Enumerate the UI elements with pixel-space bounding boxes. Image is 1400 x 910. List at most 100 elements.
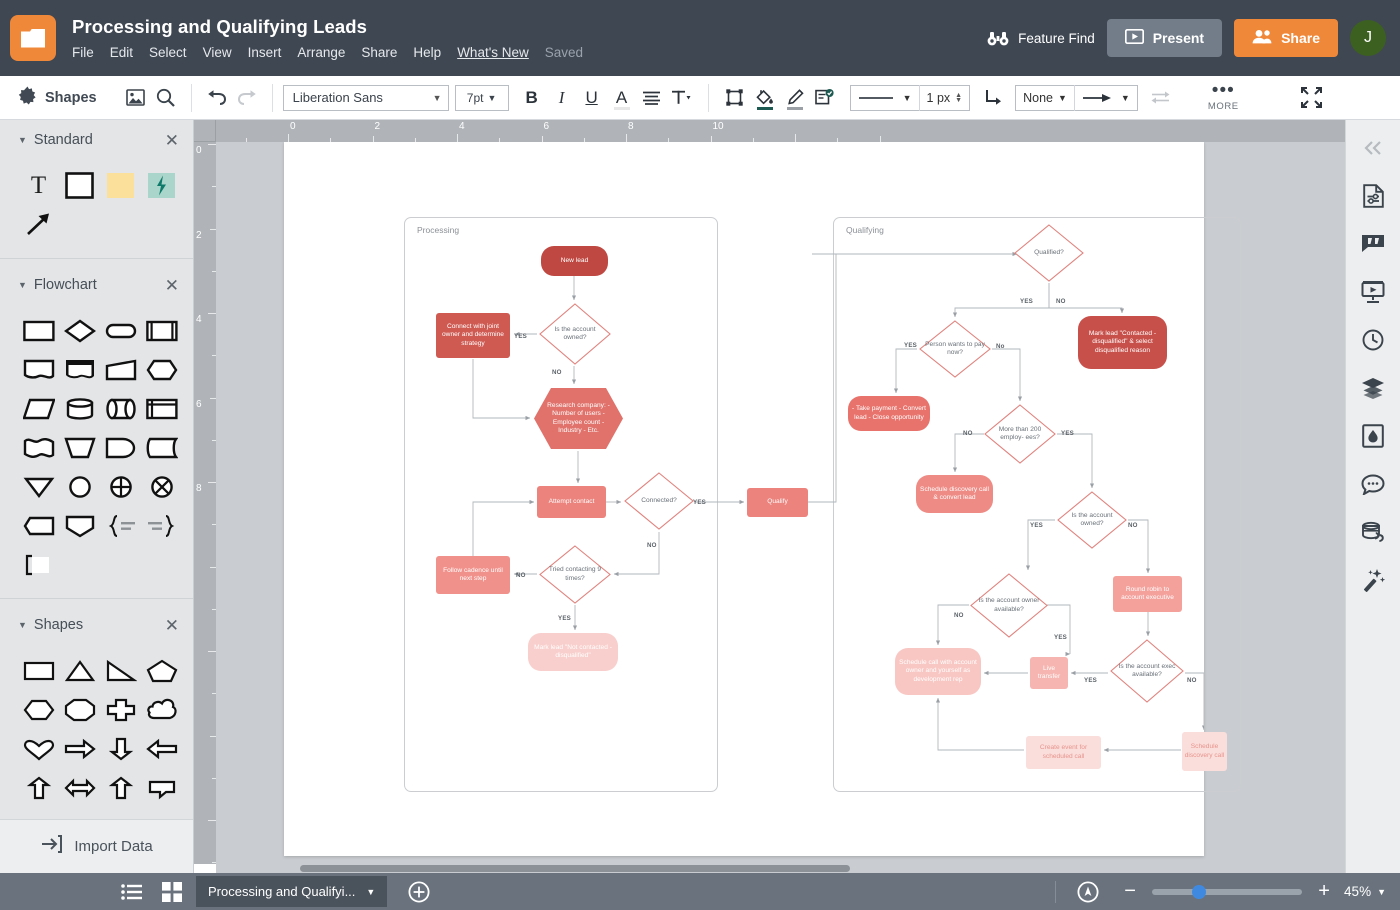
internal-storage-shape[interactable] (141, 389, 182, 428)
theme-icon[interactable] (1355, 418, 1391, 454)
extract-shape[interactable] (59, 506, 100, 545)
node-is-account-owned-2[interactable]: Is the account owned? (1057, 491, 1127, 549)
sticky-note-shape[interactable] (100, 166, 141, 205)
chevron-down-icon[interactable]: ▼ (1377, 887, 1386, 897)
node-mark-contacted-disqualified[interactable]: Mark lead "Contacted - disqualified" & s… (1078, 316, 1167, 369)
rectangle-shape[interactable] (18, 651, 59, 690)
node-new-lead[interactable]: New lead (541, 246, 608, 276)
shapes-button[interactable]: Shapes (10, 86, 97, 110)
node-person-wants-pay[interactable]: Person wants to pay now? (919, 320, 991, 378)
up-arrow-shape[interactable] (18, 768, 59, 807)
fullscreen-icon[interactable] (1297, 83, 1327, 113)
line-color-icon[interactable] (780, 83, 810, 113)
node-connected[interactable]: Connected? (624, 472, 694, 530)
close-icon[interactable]: ✕ (165, 277, 179, 294)
summing-junction-shape[interactable] (100, 467, 141, 506)
node-tried-contacting[interactable]: Tried contacting 9 times? (539, 545, 611, 604)
node-is-exec-available[interactable]: Is the account exec available? (1110, 639, 1184, 703)
line-style-select[interactable]: ▼ (851, 85, 919, 111)
line-width-stepper[interactable]: 1 px ▲ ▼ (920, 85, 970, 111)
node-more-than-200[interactable]: More than 200 employ- ees? (984, 404, 1056, 464)
bold-button[interactable]: B (517, 83, 547, 113)
page-tab[interactable]: Processing and Qualifyi... ▼ (196, 876, 388, 907)
process-shape[interactable] (18, 311, 59, 350)
app-logo-button[interactable] (10, 15, 56, 61)
crop-icon[interactable] (720, 83, 750, 113)
font-family-select[interactable]: Liberation Sans ▼ (282, 84, 449, 111)
elbow-connector-icon[interactable] (978, 83, 1008, 113)
action-shape[interactable] (141, 166, 182, 205)
brace-right-shape[interactable] (100, 506, 141, 545)
cloud-shape[interactable] (141, 690, 182, 729)
right-arrow-shape[interactable] (59, 729, 100, 768)
panel-header-flowchart[interactable]: ▼ Flowchart ✕ (0, 265, 193, 305)
data-shape[interactable] (18, 389, 59, 428)
merge-shape[interactable] (18, 467, 59, 506)
add-page-button[interactable] (399, 873, 439, 910)
fill-bucket-icon[interactable] (750, 83, 780, 113)
canvas[interactable]: Processing Qualifying New lead Is the ac… (216, 142, 1345, 864)
callout-shape[interactable] (141, 768, 182, 807)
left-arrow-shape[interactable] (141, 729, 182, 768)
collapse-chevrons-icon[interactable] (1355, 130, 1391, 166)
down-arrow-shape[interactable] (100, 729, 141, 768)
brace-left-shape[interactable] (141, 506, 182, 545)
redo-icon[interactable] (232, 83, 262, 113)
hexagon-shape[interactable] (18, 690, 59, 729)
heart-shape[interactable] (18, 729, 59, 768)
node-is-owner-available[interactable]: Is the account owner available? (970, 573, 1048, 638)
octagon-shape[interactable] (59, 690, 100, 729)
manual-input-shape[interactable] (100, 350, 141, 389)
data-link-icon[interactable] (1355, 514, 1391, 550)
zoom-in-button[interactable]: + (1312, 880, 1336, 903)
history-icon[interactable] (1355, 322, 1391, 358)
menu-item-insert[interactable]: Insert (248, 45, 282, 61)
menu-item-share[interactable]: Share (361, 45, 397, 61)
terminator-shape[interactable] (100, 311, 141, 350)
node-attempt-contact[interactable]: Attempt contact (537, 486, 606, 518)
annotation-shape[interactable] (18, 545, 59, 584)
panel-header-shapes[interactable]: ▼ Shapes ✕ (0, 605, 193, 645)
close-icon[interactable]: ✕ (165, 617, 179, 634)
menu-item-select[interactable]: Select (149, 45, 187, 61)
card-shape[interactable] (18, 506, 59, 545)
up-arrow-2-shape[interactable] (100, 768, 141, 807)
rectangle-shape[interactable] (59, 166, 100, 205)
display-shape[interactable] (100, 428, 141, 467)
menu-item-whats-new[interactable]: What's New (457, 45, 529, 61)
fit-to-screen-icon[interactable] (1068, 873, 1108, 910)
arrow-start-select[interactable]: None ▼ (1016, 85, 1074, 111)
text-color-button[interactable]: A (607, 83, 637, 113)
undo-icon[interactable] (202, 83, 232, 113)
align-icon[interactable] (637, 83, 667, 113)
node-schedule-call-owner[interactable]: Schedule call with account owner and you… (895, 648, 981, 695)
underline-button[interactable]: U (577, 83, 607, 113)
notes-icon[interactable] (1355, 226, 1391, 262)
image-icon[interactable] (121, 83, 151, 113)
text-shape[interactable]: T (18, 166, 59, 205)
text-options-icon[interactable] (667, 83, 697, 113)
node-live-transfer[interactable]: Live transfer (1030, 657, 1068, 689)
triangle-shape[interactable] (59, 651, 100, 690)
close-icon[interactable]: ✕ (165, 132, 179, 149)
italic-button[interactable]: I (547, 83, 577, 113)
multi-document-shape[interactable] (59, 350, 100, 389)
node-research-company[interactable]: Research company: - Number of users - Em… (533, 387, 624, 450)
node-round-robin[interactable]: Round robin to account executive (1113, 576, 1182, 612)
horizontal-scrollbar-thumb[interactable] (300, 865, 850, 872)
present-button[interactable]: Present (1106, 19, 1223, 57)
arrow-end-select[interactable]: ▼ (1075, 85, 1137, 111)
predefined-process-shape[interactable] (141, 311, 182, 350)
database-shape[interactable] (59, 389, 100, 428)
connector-shape[interactable] (59, 467, 100, 506)
more-button[interactable]: ••• MORE (1208, 81, 1239, 112)
font-size-select[interactable]: 7pt ▼ (454, 84, 509, 111)
panel-header-standard[interactable]: ▼ Standard ✕ (0, 120, 193, 160)
zoom-slider[interactable] (1152, 884, 1303, 899)
manual-operation-shape[interactable] (59, 428, 100, 467)
document-shape[interactable] (18, 350, 59, 389)
comment-icon[interactable] (1355, 466, 1391, 502)
paper-tape-shape[interactable] (18, 428, 59, 467)
grid-view-icon[interactable] (152, 873, 192, 910)
avatar[interactable]: J (1350, 20, 1386, 56)
